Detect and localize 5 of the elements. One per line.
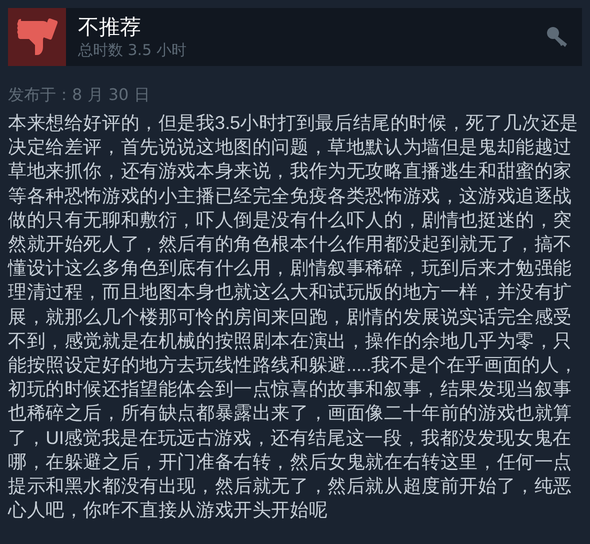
posted-date: 发布于：8 月 30 日 [8,85,151,106]
playtime: 总时数 3.5 小时 [78,40,188,60]
review-text: 本来想给好评的，但是我3.5小时打到最后结尾的时候，死了几次还是决定给差评，首先说说这地图的问题，草地默认为墙但是鬼却能越过草地来抓你，还有游戏本身来说，我作为无攻略直播逃生和甜蜜的家等各种恐怖游戏的小主播已经完全免疫各类恐怖游戏，这游戏追逐战做的只有无聊和敷衍，吓人倒是没有什么吓人的，剧情也挺迷的，突然就开始死人了，然后有的角色根本什么作用都没起到就无了，搞不懂设计这么多角色到底有什么用，剧情叙事稀碎，玩到后来才勉强能理清过程，而且地图本身也就这么大和试玩版的地方一样，并没有扩展，就那么几个楼那可怜的房间来回跑，剧情的发展说实话完全感受不到，感觉就是在机械的按照剧本在演出，操作的余地几乎为零，只能按照设定好的地方去玩线性路线和躲避.....我不是个在乎画面的人，初玩的时候还指望能体会到一点惊喜的故事和叙事，结果发现当叙事也稀碎之后，所有缺点都暴露出来了，画面像二十年前的游戏也就算了，UI感觉我是在玩远古游戏，还有结尾这一段，我都没发现女鬼在哪，在躲避之后，开门准备右转，然后女鬼就在右转这里，任何一点提示和黑水都没有出现，然后就无了，然后就从超度前开始了，纯恶心人吧，你咋不直接从游戏开头开始呢 [8,111,580,522]
verdict-title: 不推荐 [78,14,142,40]
key-icon [546,26,570,48]
